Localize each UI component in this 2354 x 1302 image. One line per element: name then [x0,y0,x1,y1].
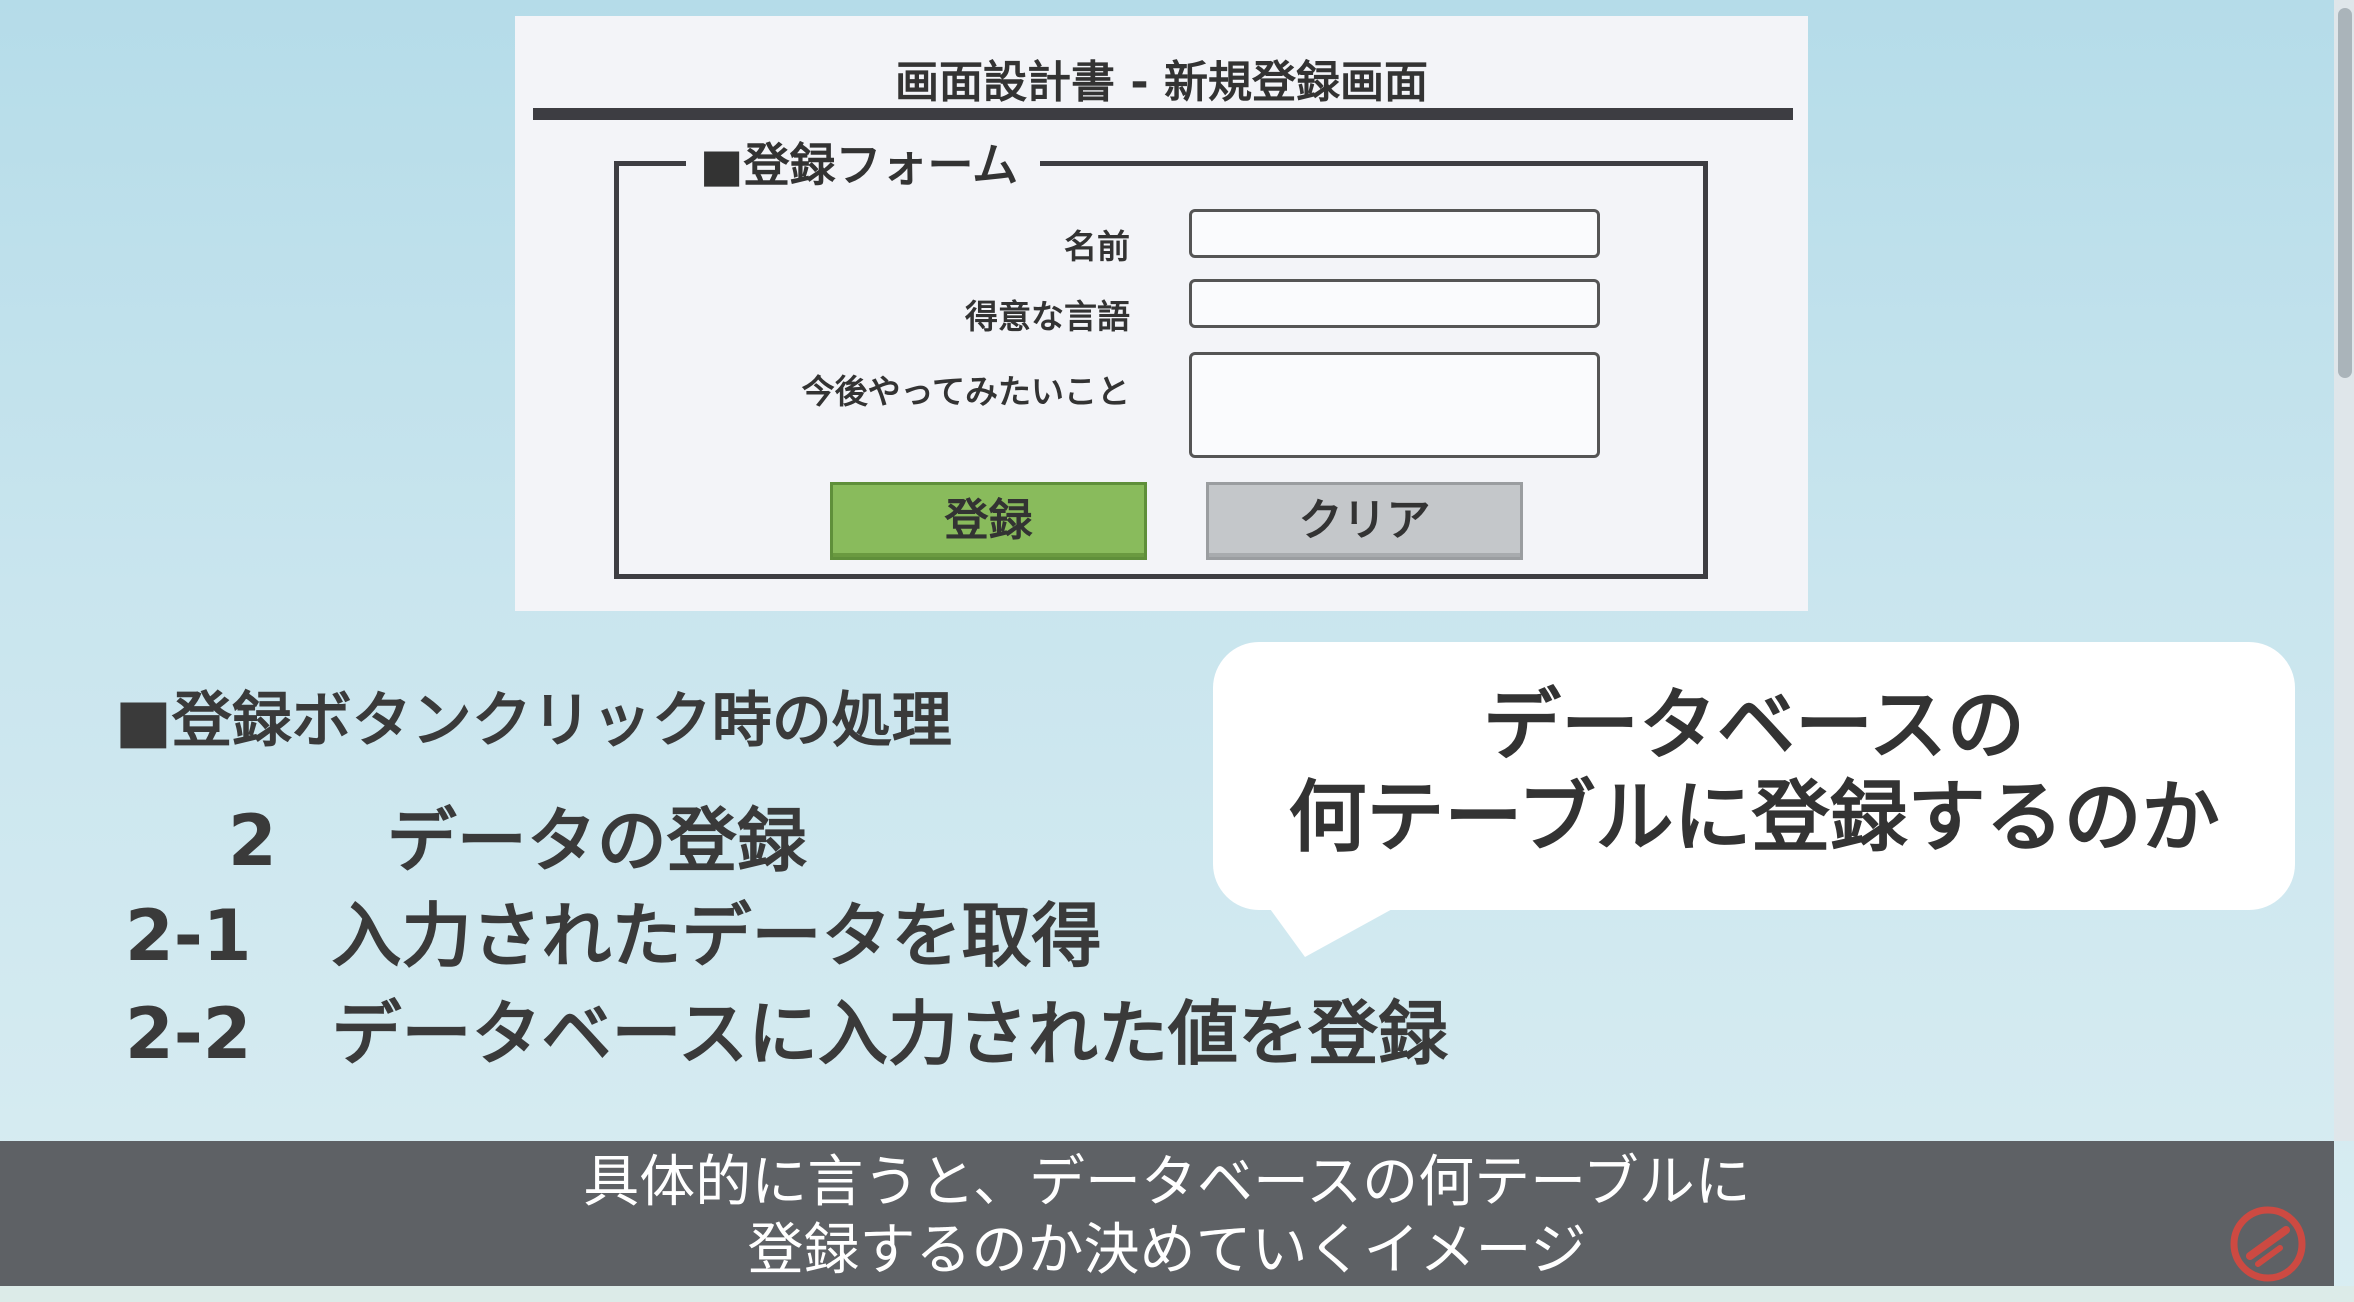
speech-bubble: データベースの 何テーブルに登録するのか [1213,642,2295,910]
step-number: 2 [228,800,277,882]
speech-bubble-tail [1265,902,1405,957]
process-heading: ■登録ボタンクリック時の処理 [115,686,952,756]
subtitle-bar: 具体的に言うと、データベースの何テーブルに 登録するのか決めていくイメージ [0,1141,2334,1286]
bottom-strip [0,1286,2354,1302]
language-label: 得意な言語 [965,297,1130,336]
step-text: データベースに入力された値を登録 [331,993,1448,1075]
form-legend: ■登録フォーム [686,136,1041,194]
registration-form: ■登録フォーム 名前 得意な言語 今後やってみたいこと 登録 クリア [614,136,1708,579]
bubble-line-1: データベースの [1482,681,2026,771]
step-text: データの登録 [386,800,807,882]
future-goal-label: 今後やってみたいこと [801,372,1130,411]
name-label: 名前 [1064,227,1130,266]
step-number: 2-2 [125,993,252,1075]
step-text: 入力されたデータを取得 [331,895,1102,977]
document-title: 画面設計書 - 新規登録画面 [895,57,1428,108]
scrollbar[interactable] [2334,0,2354,1141]
screen-design-document: 画面設計書 - 新規登録画面 ■登録フォーム 名前 得意な言語 今後やってみたい… [515,16,1808,611]
step-item: 2-1 入力されたデータを取得 [125,880,1101,981]
step-number: 2-1 [125,895,252,977]
red-circle-logo-icon [2230,1206,2306,1282]
register-button[interactable]: 登録 [830,482,1147,560]
clear-button[interactable]: クリア [1206,482,1523,560]
name-field[interactable] [1189,209,1600,258]
title-divider [533,108,1793,120]
subtitle-text: 具体的に言うと、データベースの何テーブルに 登録するのか決めていくイメージ [0,1149,2334,1285]
step-item: 2-2 データベースに入力された値を登録 [125,978,1448,1079]
language-field[interactable] [1189,279,1600,328]
scrollbar-thumb[interactable] [2338,8,2352,378]
bubble-line-2: 何テーブルに登録するのか [1288,773,2220,863]
step-item: 2 データの登録 [228,785,807,886]
subtitle-line-1: 具体的に言うと、データベースの何テーブルに [583,1150,1751,1215]
speech-bubble-text: データベースの 何テーブルに登録するのか [1213,680,2295,864]
subtitle-line-2: 登録するのか決めていくイメージ [747,1218,1587,1283]
future-goal-field[interactable] [1189,352,1600,458]
